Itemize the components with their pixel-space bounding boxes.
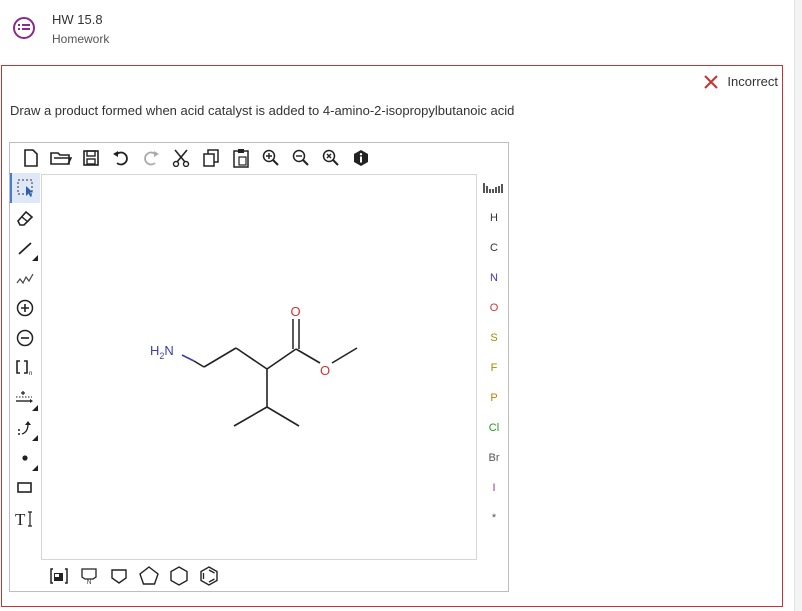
assignment-header: HW 15.8 Homework bbox=[0, 0, 802, 56]
bond-n-c bbox=[181, 354, 195, 362]
bond-n-c-dark bbox=[193, 360, 205, 368]
single-bond-tool[interactable] bbox=[10, 233, 40, 263]
negative-charge-tool[interactable] bbox=[10, 323, 40, 353]
carbonyl-oxygen-label: O bbox=[291, 304, 301, 319]
page-scrollbar[interactable] bbox=[794, 0, 802, 611]
bond-c3-carbonyl bbox=[266, 348, 297, 370]
cyclohexane-icon[interactable] bbox=[164, 564, 194, 588]
paste-icon[interactable] bbox=[226, 147, 256, 169]
eraser-tool[interactable] bbox=[10, 203, 40, 233]
template-toolbar: N bbox=[44, 564, 224, 588]
bond-carbonyl-ester-o bbox=[295, 348, 321, 364]
reaction-arrow-tool[interactable] bbox=[10, 383, 40, 413]
text-tool[interactable]: T bbox=[10, 503, 40, 533]
atom-i[interactable]: I bbox=[480, 473, 508, 503]
zoom-out-icon[interactable] bbox=[286, 147, 316, 169]
atom-f[interactable]: F bbox=[480, 353, 508, 383]
svg-text:N: N bbox=[87, 580, 91, 585]
atom-n[interactable]: N bbox=[480, 263, 508, 293]
bond-c2-c3 bbox=[235, 347, 268, 370]
save-icon[interactable] bbox=[76, 147, 106, 169]
atom-s[interactable]: S bbox=[480, 323, 508, 353]
result-status: Incorrect bbox=[704, 74, 778, 89]
bond-c1-c2 bbox=[203, 347, 237, 368]
svg-text:T: T bbox=[15, 510, 26, 527]
atom-o[interactable]: O bbox=[480, 293, 508, 323]
close-x-icon bbox=[704, 74, 719, 89]
cyclobutane-icon[interactable] bbox=[104, 564, 134, 588]
info-icon[interactable] bbox=[346, 147, 376, 169]
ester-oxygen-label: O bbox=[320, 363, 330, 378]
redo-icon[interactable] bbox=[136, 147, 166, 169]
atom-palette: H C N O S F P Cl Br I * bbox=[480, 173, 508, 533]
status-label: Incorrect bbox=[727, 74, 778, 89]
undo-icon[interactable] bbox=[106, 147, 136, 169]
atom-any[interactable]: * bbox=[480, 503, 508, 533]
drawing-canvas[interactable]: H2N O O bbox=[41, 174, 477, 560]
bond-isopropyl-methyl-b bbox=[266, 406, 300, 427]
atom-br[interactable]: Br bbox=[480, 443, 508, 473]
editor-toolbar bbox=[16, 147, 376, 169]
open-folder-icon[interactable] bbox=[46, 147, 76, 169]
cut-icon[interactable] bbox=[166, 147, 196, 169]
periodic-table-icon[interactable] bbox=[480, 173, 508, 203]
bond-isopropyl-methyl-a bbox=[233, 406, 268, 427]
positive-charge-tool[interactable] bbox=[10, 293, 40, 323]
atom-c[interactable]: C bbox=[480, 233, 508, 263]
atom-p[interactable]: P bbox=[480, 383, 508, 413]
bracket-tool[interactable]: n bbox=[10, 353, 40, 383]
mechanism-arrow-tool[interactable] bbox=[10, 413, 40, 443]
chain-tool[interactable] bbox=[10, 263, 40, 293]
new-document-icon[interactable] bbox=[16, 147, 46, 169]
question-text: Draw a product formed when acid catalyst… bbox=[10, 103, 515, 118]
fragment-icon[interactable]: N bbox=[74, 564, 104, 588]
zoom-reset-icon[interactable] bbox=[316, 147, 346, 169]
cyclopentane-icon[interactable] bbox=[134, 564, 164, 588]
atom-h[interactable]: H bbox=[480, 203, 508, 233]
molecule-editor: n T H2N O O H C N O S F P Cl Br I * N bbox=[9, 142, 509, 592]
radical-tool[interactable] bbox=[10, 443, 40, 473]
list-chat-icon bbox=[13, 17, 35, 39]
atom-cl[interactable]: Cl bbox=[480, 413, 508, 443]
template-library-icon[interactable] bbox=[44, 564, 74, 588]
molecule-structure: H2N O O bbox=[150, 304, 358, 427]
assignment-subtitle: Homework bbox=[52, 32, 110, 46]
rectangle-tool[interactable] bbox=[10, 473, 40, 503]
zoom-in-icon[interactable] bbox=[256, 147, 286, 169]
bond-ester-o-methyl bbox=[331, 347, 358, 364]
assignment-title: HW 15.8 bbox=[52, 12, 103, 27]
copy-icon[interactable] bbox=[196, 147, 226, 169]
select-tool[interactable] bbox=[10, 173, 40, 203]
left-toolbar: n T bbox=[10, 173, 40, 533]
svg-text:n: n bbox=[29, 371, 32, 376]
benzene-icon[interactable] bbox=[194, 564, 224, 588]
amine-label: H2N bbox=[150, 343, 174, 361]
